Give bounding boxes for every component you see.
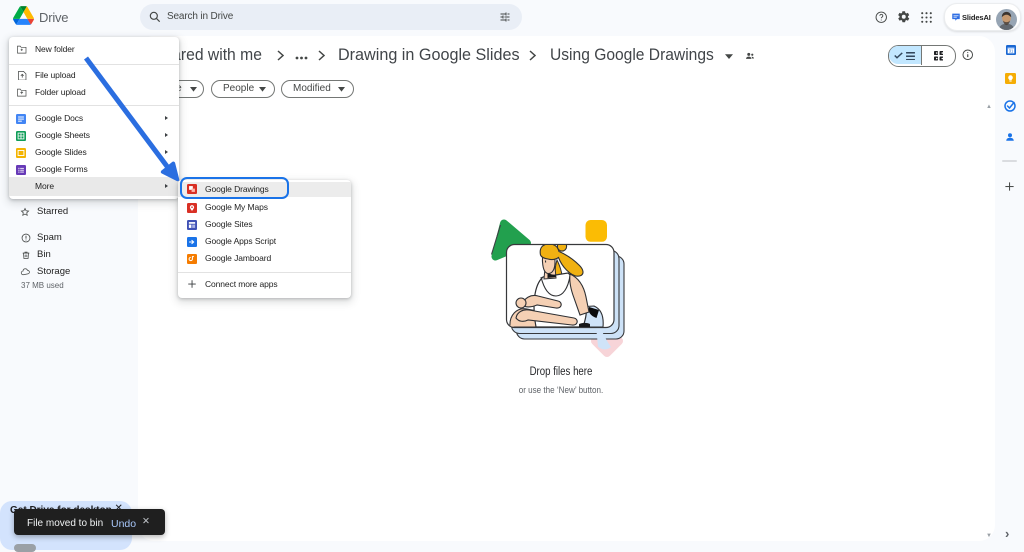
svg-text:31: 31	[1009, 49, 1014, 54]
